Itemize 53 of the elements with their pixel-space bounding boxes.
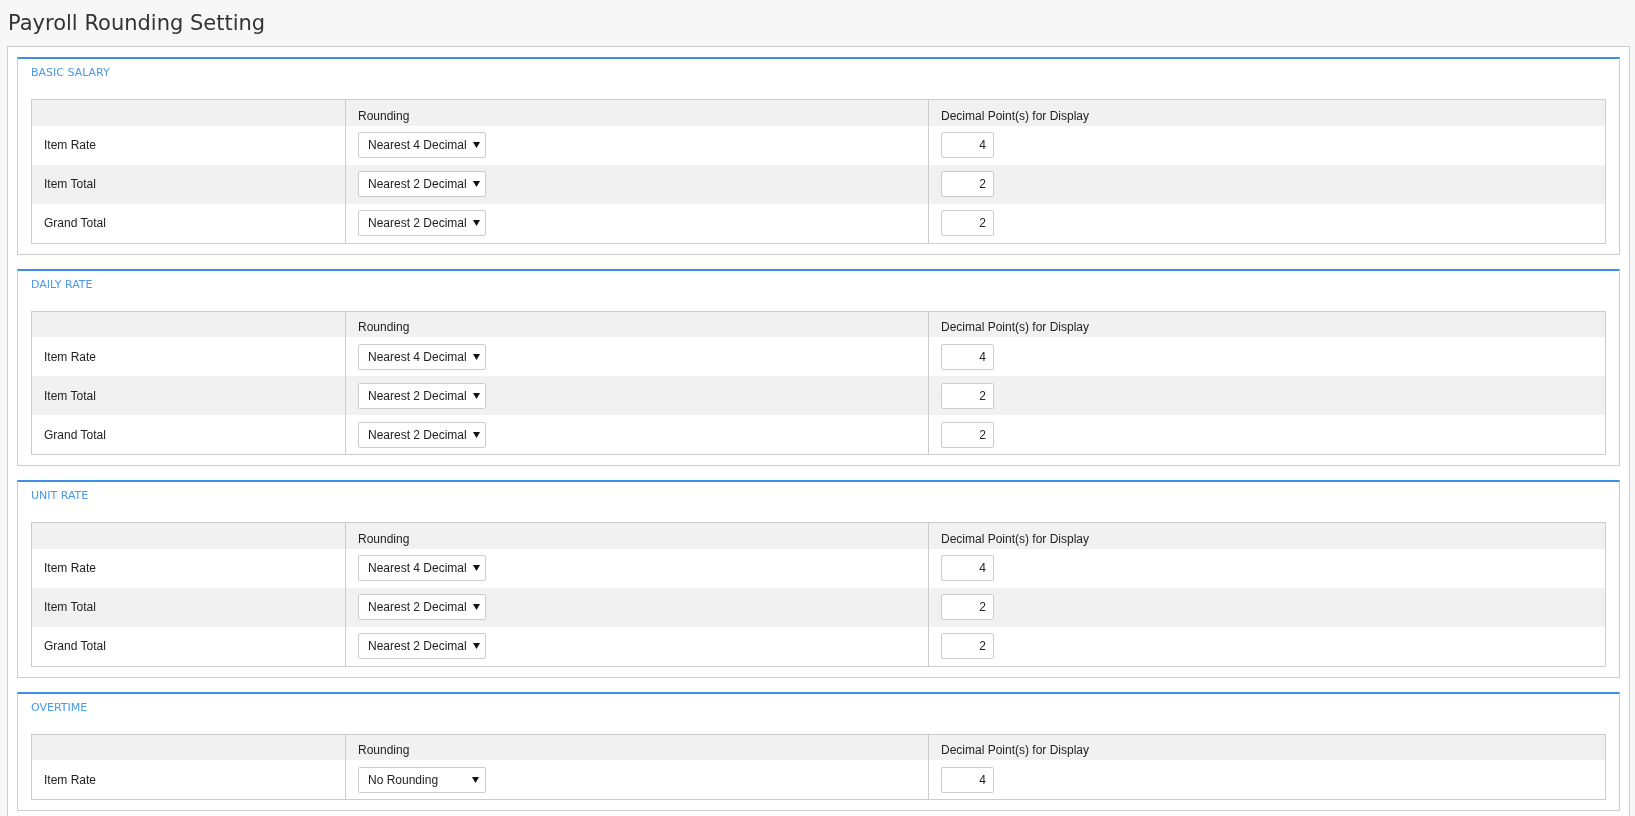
section-title: BASIC SALARY <box>31 65 111 81</box>
row-label: Item Total <box>44 600 96 614</box>
decimal-input[interactable]: 4 <box>941 766 994 793</box>
caret-icon <box>472 392 480 399</box>
column-header: Decimal Point(s) for Display <box>928 734 1606 760</box>
decimal-input[interactable]: 2 <box>941 633 994 659</box>
caret-icon <box>472 565 480 571</box>
row-label: Item Total <box>44 177 96 191</box>
decimal-input[interactable]: 2 <box>941 382 994 409</box>
row-label: Grand Total <box>44 639 106 653</box>
decimal-input[interactable]: 2 <box>941 421 994 448</box>
rounding-dropdown[interactable]: Nearest 2 Decimal <box>358 633 486 659</box>
row-label: Item Rate <box>44 561 97 575</box>
caret-icon <box>472 181 480 187</box>
decimal-input[interactable]: 4 <box>941 132 994 158</box>
caret-icon <box>472 604 480 610</box>
column-header: Decimal Point(s) for Display <box>928 311 1606 337</box>
decimal-input[interactable]: 4 <box>941 555 994 581</box>
row-label: Item Total <box>44 388 96 403</box>
decimal-input[interactable]: 2 <box>941 171 994 197</box>
caret-icon <box>472 776 479 783</box>
decimal-input[interactable]: 2 <box>941 594 994 620</box>
rounding-dropdown[interactable]: Nearest 4 Decimal <box>358 343 486 370</box>
caret-icon <box>472 142 480 148</box>
row-label: Item Rate <box>44 349 97 364</box>
rounding-dropdown[interactable]: Nearest 2 Decimal <box>358 171 486 197</box>
row-label: Grand Total <box>44 216 106 230</box>
rounding-dropdown[interactable]: Nearest 4 Decimal <box>358 555 486 581</box>
decimal-input[interactable]: 2 <box>941 210 994 236</box>
rounding-dropdown[interactable]: No Rounding <box>358 766 486 793</box>
caret-icon <box>472 353 480 360</box>
column-header: Rounding <box>345 522 929 549</box>
caret-icon <box>472 431 480 438</box>
column-header: Decimal Point(s) for Display <box>928 99 1606 126</box>
row-label: Item Rate <box>44 138 97 152</box>
caret-icon <box>472 220 480 226</box>
section-title: UNIT RATE <box>31 488 90 504</box>
column-header: Rounding <box>345 99 929 126</box>
rounding-dropdown[interactable]: Nearest 2 Decimal <box>358 210 486 236</box>
column-header: Rounding <box>345 734 929 760</box>
row-label: Grand Total <box>44 427 106 442</box>
row-label: Item Rate <box>44 772 97 787</box>
section-title: DAILY RATE <box>31 276 94 293</box>
rounding-dropdown[interactable]: Nearest 4 Decimal <box>358 132 486 158</box>
section-title: OVERTIME <box>31 699 89 716</box>
column-header: Decimal Point(s) for Display <box>928 522 1606 549</box>
page-title: Payroll Rounding Setting <box>8 11 266 35</box>
decimal-input[interactable]: 4 <box>941 343 994 370</box>
caret-icon <box>472 643 480 649</box>
rounding-dropdown[interactable]: Nearest 2 Decimal <box>358 594 486 620</box>
rounding-dropdown[interactable]: Nearest 2 Decimal <box>358 421 486 448</box>
column-header: Rounding <box>345 311 929 337</box>
rounding-dropdown[interactable]: Nearest 2 Decimal <box>358 382 486 409</box>
